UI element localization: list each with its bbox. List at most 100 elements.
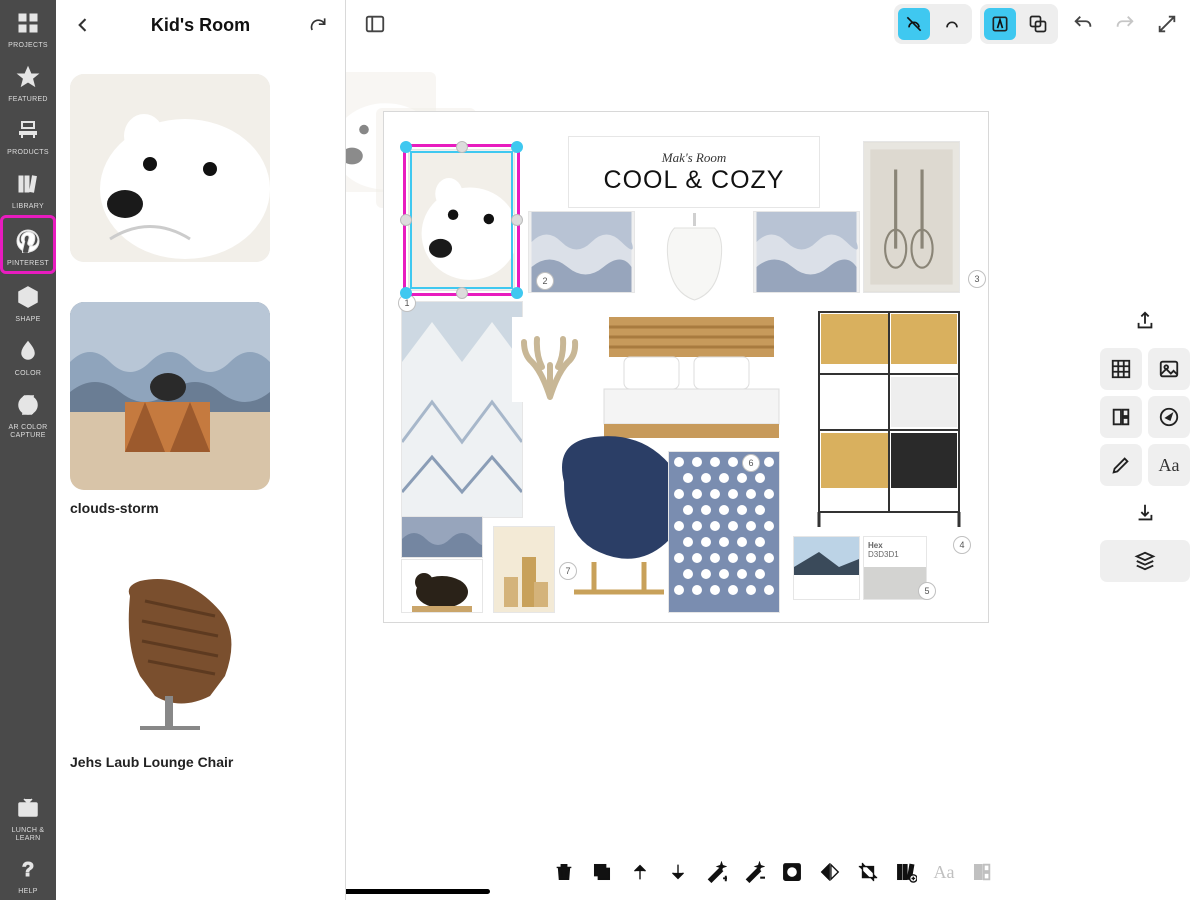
board-item-color-swatch[interactable]: Hex D3D3D1 bbox=[864, 537, 926, 599]
wand-add-button[interactable]: + bbox=[702, 858, 730, 886]
fill-tool-button bbox=[968, 858, 996, 886]
palette-tool-button[interactable] bbox=[1100, 396, 1142, 438]
resize-handle-nw[interactable] bbox=[400, 141, 412, 153]
pin-card[interactable]: Jehs Laub Lounge Chair bbox=[70, 556, 331, 770]
crop-button[interactable] bbox=[854, 858, 882, 886]
star-icon bbox=[13, 62, 43, 92]
rail-lunchlearn[interactable]: LUNCH & LEARN bbox=[0, 785, 56, 846]
board-item-photo[interactable] bbox=[794, 537, 859, 599]
undo-button[interactable] bbox=[1066, 7, 1100, 41]
send-backward-button[interactable] bbox=[664, 858, 692, 886]
board-item-fabric[interactable] bbox=[669, 452, 779, 612]
pin-thumb-polar-bear[interactable] bbox=[70, 74, 270, 262]
snap-on-button[interactable] bbox=[936, 8, 968, 40]
item-number-tag: 2 bbox=[536, 272, 554, 290]
redo-button[interactable] bbox=[1108, 7, 1142, 41]
resize-handle-n[interactable] bbox=[456, 141, 468, 153]
grid-icon bbox=[13, 8, 43, 38]
board-item-pendant[interactable] bbox=[642, 208, 747, 308]
share-button[interactable] bbox=[1100, 300, 1190, 342]
rail-lunchlearn-label: LUNCH & LEARN bbox=[0, 827, 56, 842]
selection-box[interactable] bbox=[403, 144, 520, 296]
back-button[interactable] bbox=[66, 8, 100, 42]
resize-handle-sw[interactable] bbox=[400, 287, 412, 299]
rail-arcolor-label: AR COLOR CAPTURE bbox=[0, 424, 56, 439]
delete-button[interactable] bbox=[550, 858, 578, 886]
text-tool-button[interactable]: Aa bbox=[1148, 444, 1190, 486]
grid-tool-button[interactable] bbox=[1100, 348, 1142, 390]
rail-projects-label: PROJECTS bbox=[8, 42, 48, 50]
chair-icon bbox=[13, 115, 43, 145]
bring-forward-button[interactable] bbox=[626, 858, 654, 886]
view-a-button[interactable] bbox=[984, 8, 1016, 40]
board-item-pillow-right[interactable] bbox=[754, 212, 859, 292]
rail-color[interactable]: COLOR bbox=[0, 328, 56, 382]
canvas-area[interactable]: Mak's Room COOL & COZY bbox=[346, 0, 1200, 900]
board-item-bear-figurine[interactable] bbox=[402, 560, 482, 612]
view-b-button[interactable] bbox=[1022, 8, 1054, 40]
board-item-antler[interactable] bbox=[512, 317, 587, 402]
pinterest-panel: Kid's Room clouds-storm Jehs Laub Lounge… bbox=[56, 0, 346, 900]
snap-toggle-group bbox=[894, 4, 972, 44]
flip-horizontal-button[interactable] bbox=[816, 858, 844, 886]
reload-button[interactable] bbox=[301, 8, 335, 42]
board-item-artprint[interactable] bbox=[864, 142, 959, 292]
hex-value: D3D3D1 bbox=[868, 550, 922, 559]
rail-products[interactable]: PRODUCTS bbox=[0, 107, 56, 161]
item-number-tag: 3 bbox=[968, 270, 986, 288]
resize-handle-se[interactable] bbox=[511, 287, 523, 299]
image-tool-button[interactable] bbox=[1148, 348, 1190, 390]
board-item-wood-blocks[interactable] bbox=[494, 527, 554, 612]
rail-featured-label: FEATURED bbox=[8, 96, 48, 104]
pin-card[interactable] bbox=[70, 74, 331, 262]
rail-shape[interactable]: SHAPE bbox=[0, 274, 56, 328]
rail-featured[interactable]: FEATURED bbox=[0, 54, 56, 108]
rail-shape-label: SHAPE bbox=[15, 316, 40, 324]
layers-button[interactable] bbox=[1100, 540, 1190, 582]
aperture-icon bbox=[13, 390, 43, 420]
pen-tool-button[interactable] bbox=[1100, 444, 1142, 486]
tv-icon bbox=[13, 793, 43, 823]
fullscreen-button[interactable] bbox=[1150, 7, 1184, 41]
rail-color-label: COLOR bbox=[15, 370, 41, 378]
rail-help-label: HELP bbox=[18, 888, 38, 896]
pin-card[interactable]: clouds-storm bbox=[70, 302, 331, 516]
rail-products-label: PRODUCTS bbox=[7, 149, 49, 157]
item-number-tag: 5 bbox=[918, 582, 936, 600]
add-to-library-button[interactable] bbox=[892, 858, 920, 886]
mask-button[interactable] bbox=[778, 858, 806, 886]
resize-handle-ne[interactable] bbox=[511, 141, 523, 153]
rail-pinterest[interactable]: PINTEREST bbox=[0, 215, 56, 275]
pin-thumb-chair[interactable] bbox=[70, 556, 270, 744]
rail-projects[interactable]: PROJECTS bbox=[0, 0, 56, 54]
pin-thumb-clouds[interactable] bbox=[70, 302, 270, 490]
board-item-shelf[interactable] bbox=[809, 302, 969, 532]
toggle-panel-button[interactable] bbox=[358, 7, 392, 41]
resize-handle-w[interactable] bbox=[400, 214, 412, 226]
properties-panel: Aa bbox=[1100, 300, 1190, 582]
moodboard-frame[interactable]: Mak's Room COOL & COZY bbox=[384, 112, 988, 622]
rail-library[interactable]: LIBRARY bbox=[0, 161, 56, 215]
rail-help[interactable]: ? HELP bbox=[0, 846, 56, 900]
rail-arcolor[interactable]: AR COLOR CAPTURE bbox=[0, 382, 56, 443]
item-number-tag: 6 bbox=[742, 454, 760, 472]
cube-icon bbox=[13, 282, 43, 312]
books-icon bbox=[13, 169, 43, 199]
svg-text:?: ? bbox=[22, 859, 34, 881]
resize-handle-e[interactable] bbox=[511, 214, 523, 226]
board-item-strip-clouds[interactable] bbox=[402, 517, 482, 557]
view-toggle-group bbox=[980, 4, 1058, 44]
snap-off-button[interactable] bbox=[898, 8, 930, 40]
download-button[interactable] bbox=[1100, 492, 1190, 534]
resize-handle-s[interactable] bbox=[456, 287, 468, 299]
question-icon: ? bbox=[13, 854, 43, 884]
panel-body[interactable]: clouds-storm Jehs Laub Lounge Chair bbox=[56, 50, 345, 900]
board-item-wallpaper[interactable] bbox=[402, 302, 522, 517]
context-toolbar: + − Aa bbox=[550, 858, 996, 886]
duplicate-button[interactable] bbox=[588, 858, 616, 886]
wand-remove-button[interactable]: − bbox=[740, 858, 768, 886]
rail-library-label: LIBRARY bbox=[12, 203, 44, 211]
compass-tool-button[interactable] bbox=[1148, 396, 1190, 438]
board-title-block[interactable]: Mak's Room COOL & COZY bbox=[569, 137, 819, 207]
item-number-tag: 4 bbox=[953, 536, 971, 554]
